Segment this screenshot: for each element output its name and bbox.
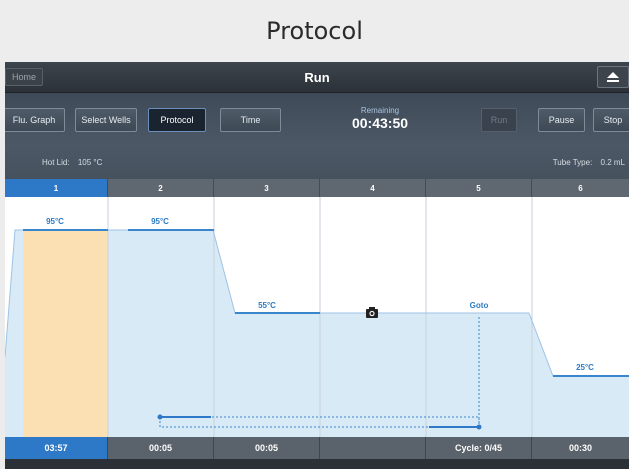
protocol-button[interactable]: Protocol <box>148 108 206 132</box>
hot-lid-info: Hot Lid: 105 °C <box>42 158 102 167</box>
tube-type-info: Tube Type: 0.2 mL <box>553 158 625 167</box>
tube-type-value: 0.2 mL <box>600 158 625 167</box>
screen-title: Run <box>304 69 330 85</box>
controls-bar: Flu. Graph Select Wells Protocol Time Re… <box>5 93 629 145</box>
top-bar: Home Run <box>5 62 629 93</box>
camera-icon <box>366 307 378 318</box>
remaining-value: 00:43:50 <box>351 115 409 131</box>
step-1-temp: 95°C <box>46 217 64 226</box>
step-header-2[interactable]: 2 <box>108 179 214 197</box>
step-time-6[interactable]: 00:30 <box>532 437 629 459</box>
step-2-temp: 95°C <box>151 217 169 226</box>
active-step-highlight <box>23 230 108 437</box>
eject-button[interactable] <box>597 66 629 88</box>
protocol-graph: 95°C 95°C 55°C Goto 25°C <box>5 197 629 437</box>
step-3-temp: 55°C <box>258 301 276 310</box>
step-header-5[interactable]: 5 <box>426 179 532 197</box>
stop-button[interactable]: Stop <box>593 108 629 132</box>
flu-graph-button[interactable]: Flu. Graph <box>5 108 65 132</box>
screenshot-frame: Protocol Home Run Flu. Graph Select Well… <box>0 0 629 469</box>
remaining-time: Remaining 00:43:50 <box>335 106 425 131</box>
pause-button[interactable]: Pause <box>538 108 585 132</box>
hot-lid-label: Hot Lid: <box>42 158 70 167</box>
caption-title: Protocol <box>0 0 629 62</box>
select-wells-button[interactable]: Select Wells <box>75 108 137 132</box>
info-bar: Hot Lid: 105 °C Tube Type: 0.2 mL <box>5 145 629 179</box>
tube-type-label: Tube Type: <box>552 158 593 167</box>
protocol-graph-svg <box>5 197 629 437</box>
step-time-row: 03:57 00:05 00:05 Cycle: 0/45 00:30 <box>5 437 629 459</box>
eject-icon <box>607 72 619 82</box>
step-5-goto: Goto <box>469 301 489 310</box>
time-button[interactable]: Time <box>220 108 281 132</box>
remaining-label: Remaining <box>360 106 400 115</box>
hot-lid-value: 105 °C <box>77 158 103 167</box>
device-screen: Home Run Flu. Graph Select Wells Protoco… <box>5 62 629 469</box>
step-header-3[interactable]: 3 <box>214 179 320 197</box>
step-header-4[interactable]: 4 <box>320 179 426 197</box>
step-time-5[interactable]: Cycle: 0/45 <box>426 437 532 459</box>
goto-loop-dot <box>157 414 163 420</box>
step-header-6[interactable]: 6 <box>532 179 629 197</box>
bottom-strip <box>5 459 629 469</box>
step-time-1[interactable]: 03:57 <box>5 437 108 459</box>
step-time-2[interactable]: 00:05 <box>108 437 214 459</box>
step-time-3[interactable]: 00:05 <box>214 437 320 459</box>
step-header-row: 1 2 3 4 5 6 <box>5 179 629 197</box>
run-button[interactable]: Run <box>481 108 517 132</box>
step-time-4[interactable] <box>320 437 426 459</box>
step-header-1[interactable]: 1 <box>5 179 108 197</box>
goto-loop-dot <box>476 424 482 430</box>
step-6-temp: 25°C <box>576 363 594 372</box>
